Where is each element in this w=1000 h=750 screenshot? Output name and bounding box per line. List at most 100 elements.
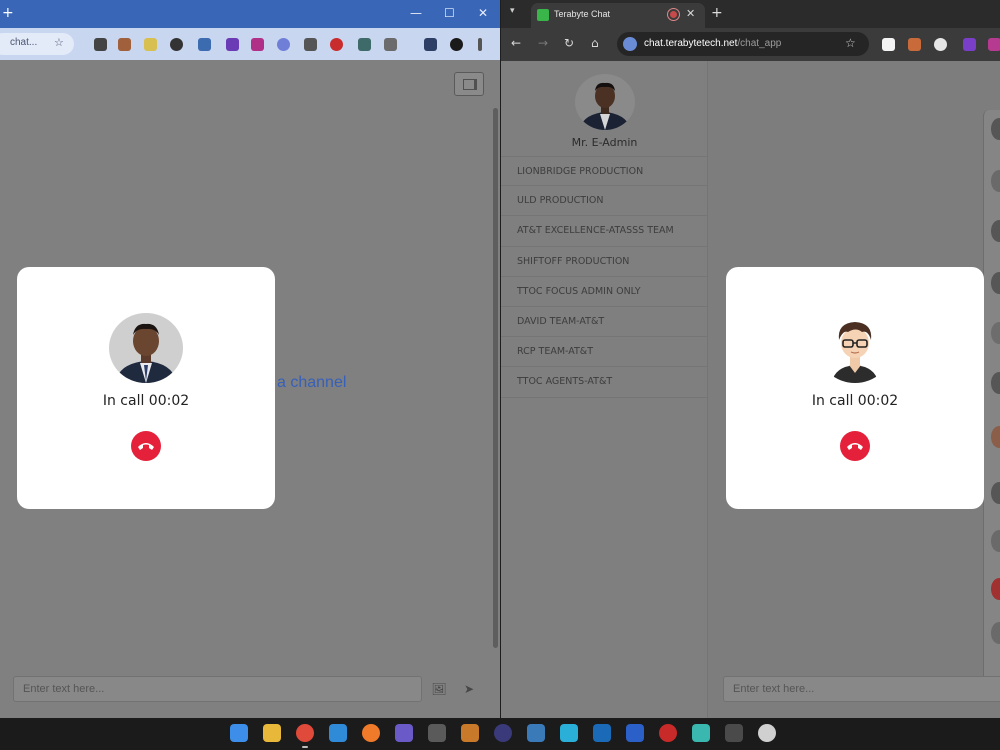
- extension-icon[interactable]: [198, 38, 211, 51]
- extension-icon[interactable]: [934, 38, 947, 51]
- tab-search-icon[interactable]: ▾: [510, 6, 515, 16]
- app-badge-icon[interactable]: [461, 724, 479, 742]
- app-icon[interactable]: [758, 724, 776, 742]
- channel-item[interactable]: TTOC FOCUS ADMIN ONLY: [501, 277, 708, 307]
- teams-icon[interactable]: [395, 724, 413, 742]
- left-browser-window: + — ☐ ✕ chat... ☆ a channel In call 00:0…: [0, 0, 500, 718]
- extension-icon[interactable]: [882, 38, 895, 51]
- extension-icon[interactable]: [908, 38, 921, 51]
- app-icon[interactable]: [560, 724, 578, 742]
- windows-start-icon[interactable]: [230, 724, 248, 742]
- extension-icon[interactable]: [358, 38, 371, 51]
- send-icon[interactable]: ➤: [455, 678, 483, 700]
- terminal-icon[interactable]: [725, 724, 743, 742]
- member-avatar[interactable]: [991, 220, 1000, 242]
- app-icon[interactable]: [593, 724, 611, 742]
- scrollbar[interactable]: [493, 108, 498, 648]
- app-icon[interactable]: [527, 724, 545, 742]
- channel-item[interactable]: LIONBRIDGE PRODUCTION: [501, 156, 708, 187]
- call-status-text: In call 00:02: [102, 393, 190, 409]
- channel-item[interactable]: RCP TEAM-AT&T: [501, 337, 708, 368]
- channel-item[interactable]: ULD PRODUCTION: [501, 186, 708, 217]
- profile-avatar[interactable]: [450, 38, 463, 51]
- hangup-button[interactable]: [131, 431, 161, 461]
- admin-avatar[interactable]: [575, 74, 635, 130]
- members-panel: [983, 110, 1000, 690]
- right-browser-window: ▾ Terabyte Chat ✕ + ← → ↻ ⌂ chat.terabyt…: [501, 0, 1000, 718]
- extension-icon[interactable]: [424, 38, 437, 51]
- new-tab-button[interactable]: +: [711, 5, 723, 21]
- vscode-icon[interactable]: [329, 724, 347, 742]
- member-avatar[interactable]: [991, 530, 1000, 552]
- extension-icon[interactable]: [304, 38, 317, 51]
- close-tab-icon[interactable]: ✕: [686, 7, 695, 20]
- running-indicator: [302, 746, 308, 748]
- forward-icon[interactable]: →: [538, 36, 548, 50]
- left-title-bar: + — ☐ ✕: [0, 0, 500, 28]
- member-avatar[interactable]: [991, 578, 1000, 600]
- firefox-icon[interactable]: [362, 724, 380, 742]
- lock-app-icon[interactable]: [428, 724, 446, 742]
- extension-icon[interactable]: [94, 38, 107, 51]
- member-avatar[interactable]: [991, 118, 1000, 140]
- message-composer: [13, 676, 422, 702]
- member-avatar[interactable]: [991, 272, 1000, 294]
- extension-icon[interactable]: [988, 38, 1000, 51]
- expand-panel-button[interactable]: [454, 72, 484, 96]
- member-avatar[interactable]: [991, 170, 1000, 192]
- site-info-icon[interactable]: [623, 37, 637, 51]
- kebab-menu-icon[interactable]: [478, 38, 482, 51]
- taskbar: [0, 718, 1000, 750]
- member-avatar[interactable]: [991, 622, 1000, 644]
- message-input[interactable]: [14, 677, 421, 701]
- extensions-puzzle-icon[interactable]: [384, 38, 397, 51]
- new-tab-button[interactable]: +: [2, 5, 14, 21]
- extension-icon[interactable]: [170, 38, 183, 51]
- channel-list: LIONBRIDGE PRODUCTION ULD PRODUCTION AT&…: [501, 156, 708, 398]
- url-text: chat.terabytetech.net/chat_app: [644, 38, 782, 49]
- member-avatar[interactable]: [991, 372, 1000, 394]
- reload-icon[interactable]: ↻: [564, 36, 574, 50]
- minimize-button[interactable]: —: [410, 6, 422, 20]
- select-channel-hint: a channel: [277, 374, 347, 391]
- maximize-button[interactable]: ☐: [444, 6, 455, 20]
- image-upload-icon[interactable]: 🖼: [425, 678, 453, 700]
- member-avatar[interactable]: [991, 426, 1000, 448]
- extension-icon[interactable]: [277, 38, 290, 51]
- channel-item[interactable]: DAVID TEAM-AT&T: [501, 307, 708, 338]
- extension-icon[interactable]: [251, 38, 264, 51]
- back-icon[interactable]: ←: [511, 36, 521, 50]
- tab-title: Terabyte Chat: [554, 9, 611, 19]
- message-input[interactable]: [724, 677, 1000, 701]
- css3-icon[interactable]: [626, 724, 644, 742]
- extension-icon[interactable]: [118, 38, 131, 51]
- close-window-button[interactable]: ✕: [478, 6, 488, 20]
- app-icon[interactable]: [659, 724, 677, 742]
- call-dialog: In call 00:02: [17, 267, 275, 509]
- obs-icon[interactable]: [494, 724, 512, 742]
- file-explorer-icon[interactable]: [263, 724, 281, 742]
- channel-item[interactable]: SHIFTOFF PRODUCTION: [501, 247, 708, 277]
- chrome-icon[interactable]: [296, 724, 314, 742]
- bookmark-star-icon[interactable]: ☆: [845, 36, 856, 50]
- site-favicon-icon: [537, 9, 549, 21]
- tab-terabyte-chat[interactable]: Terabyte Chat ✕: [531, 3, 705, 28]
- extension-icon[interactable]: [144, 38, 157, 51]
- member-avatar[interactable]: [991, 482, 1000, 504]
- hangup-button[interactable]: [840, 431, 870, 461]
- caller-avatar: [109, 313, 183, 383]
- address-bar[interactable]: chat... ☆: [0, 33, 74, 55]
- extension-icon[interactable]: [963, 38, 976, 51]
- address-bar[interactable]: chat.terabytetech.net/chat_app ☆: [617, 32, 869, 56]
- channel-item[interactable]: TTOC AGENTS-AT&T: [501, 367, 708, 398]
- bookmark-star-icon[interactable]: ☆: [54, 36, 64, 49]
- extension-icon[interactable]: [330, 38, 343, 51]
- extension-icon[interactable]: [226, 38, 239, 51]
- home-icon[interactable]: ⌂: [591, 36, 599, 50]
- member-avatar[interactable]: [991, 322, 1000, 344]
- left-toolbar: chat... ☆: [0, 28, 500, 60]
- call-dialog: In call 00:02: [726, 267, 984, 509]
- recording-indicator-icon: [668, 9, 679, 20]
- channel-item[interactable]: AT&T EXCELLENCE-ATASSS TEAM: [501, 216, 708, 247]
- app-icon[interactable]: [692, 724, 710, 742]
